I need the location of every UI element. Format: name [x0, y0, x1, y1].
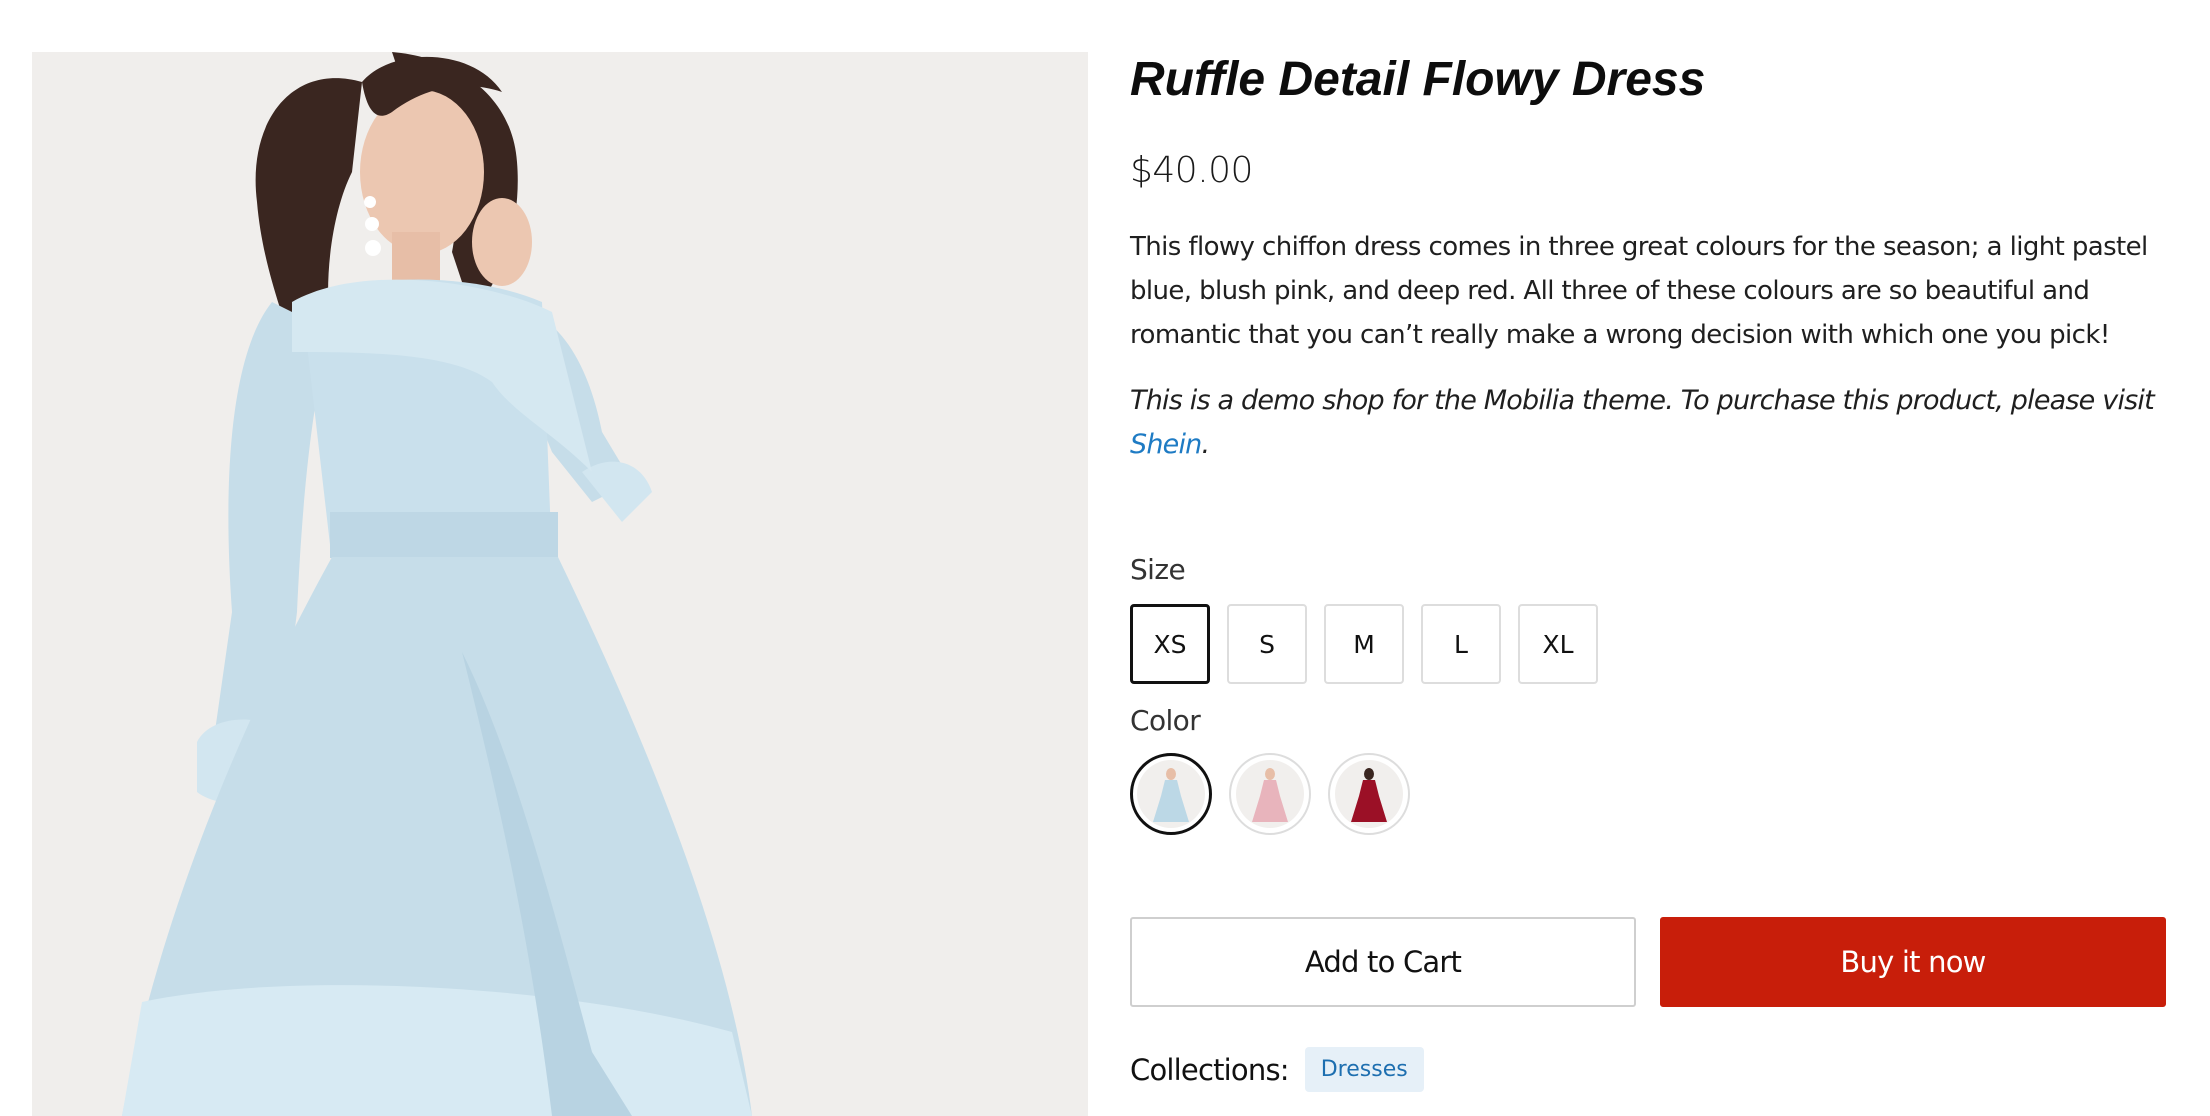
demo-note-text: This is a demo shop for the Mobilia them… [1130, 385, 2155, 416]
size-option-l[interactable]: L [1421, 604, 1501, 684]
demo-note: This is a demo shop for the Mobilia them… [1130, 379, 2180, 467]
product-image[interactable] [32, 52, 1088, 1116]
dress-photo [32, 52, 1088, 1116]
add-to-cart-button[interactable]: Add to Cart [1130, 917, 1636, 1007]
color-swatch-blush-pink[interactable] [1229, 753, 1311, 835]
product-info: Ruffle Detail Flowy Dress $40.00 This fl… [1130, 52, 2180, 1092]
light-blue-dress-thumbnail [1137, 760, 1205, 828]
size-option-xs[interactable]: XS [1130, 604, 1210, 684]
product-title: Ruffle Detail Flowy Dress [1130, 53, 1706, 106]
color-swatch-deep-red[interactable] [1328, 753, 1410, 835]
collections: Collections: Dresses [1130, 1047, 2180, 1092]
size-label: Size [1130, 553, 1186, 586]
size-selector: XS S M L XL [1130, 604, 2180, 684]
color-swatch-light-blue[interactable] [1130, 753, 1212, 835]
collections-label: Collections: [1130, 1052, 1290, 1087]
purchase-actions: Add to Cart Buy it now [1130, 917, 2180, 1007]
shein-link[interactable]: Shein [1130, 429, 1202, 460]
product-page: Ruffle Detail Flowy Dress $40.00 This fl… [0, 0, 2210, 1116]
color-selector [1130, 753, 2180, 835]
blush-pink-dress-thumbnail [1236, 760, 1304, 828]
deep-red-dress-thumbnail [1335, 760, 1403, 828]
buy-now-button[interactable]: Buy it now [1660, 917, 2166, 1007]
size-option-m[interactable]: M [1324, 604, 1404, 684]
size-option-xl[interactable]: XL [1518, 604, 1598, 684]
color-label: Color [1130, 704, 1201, 737]
collection-tag-dresses[interactable]: Dresses [1304, 1047, 1424, 1092]
demo-note-suffix: . [1201, 429, 1210, 460]
size-option-s[interactable]: S [1227, 604, 1307, 684]
product-price: $40.00 [1130, 150, 1253, 191]
product-description: This flowy chiffon dress comes in three … [1130, 232, 2148, 350]
